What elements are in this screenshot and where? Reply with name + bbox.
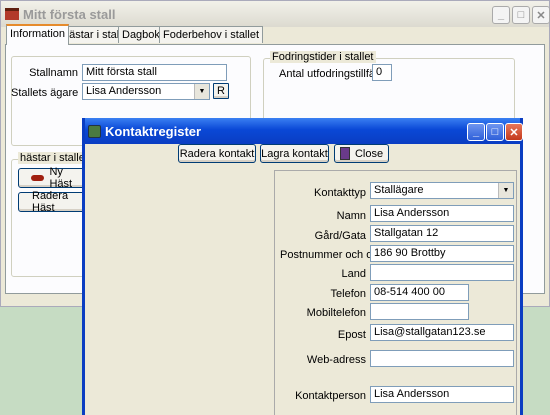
- postnr-input[interactable]: 186 90 Brottby: [370, 245, 514, 262]
- mobil-input[interactable]: [370, 303, 469, 320]
- epost-label: Epost: [337, 329, 366, 341]
- fodring-input[interactable]: 0: [372, 64, 392, 81]
- kontakttyp-select[interactable]: Stallägare ▼: [370, 182, 514, 199]
- minimize-button[interactable]: _: [492, 6, 510, 24]
- radera-kontakt-button[interactable]: Radera kontakt: [178, 144, 256, 163]
- radera-hast-button[interactable]: Radera Häst: [18, 190, 88, 214]
- dialog-title: Kontaktregister: [105, 123, 202, 139]
- namn-label: Namn: [336, 210, 366, 222]
- close-button[interactable]: ✕: [532, 6, 550, 24]
- dialog-titlebar[interactable]: Kontaktregister _ □ ✕: [85, 118, 523, 144]
- web-input[interactable]: [370, 350, 514, 367]
- stallnamn-input[interactable]: Mitt första stall: [82, 64, 227, 81]
- ny-hast-button[interactable]: Ny Häst: [18, 166, 88, 190]
- kontakt-dialog: Kontaktregister _ □ ✕ Radera kontakt Lag…: [82, 118, 523, 415]
- epost-input[interactable]: Lisa@stallgatan123.se: [370, 324, 514, 341]
- contact-icon: [88, 124, 101, 138]
- chevron-down-icon[interactable]: ▼: [194, 84, 209, 99]
- land-input[interactable]: [370, 264, 514, 281]
- app-icon: [5, 8, 19, 20]
- dialog-maximize-button[interactable]: □: [486, 123, 504, 141]
- kontaktperson-label: Kontaktperson: [295, 390, 366, 402]
- tab-information[interactable]: Information: [6, 24, 70, 45]
- dialog-minimize-button[interactable]: _: [467, 123, 485, 141]
- maximize-button[interactable]: □: [512, 6, 530, 24]
- kontakttyp-label: Kontakttyp: [314, 187, 366, 199]
- horse-icon: [31, 175, 45, 181]
- tab-foderbehov[interactable]: Foderbehov i stallet: [159, 26, 263, 43]
- kontaktperson-input[interactable]: Lisa Andersson: [370, 386, 514, 403]
- r-button[interactable]: R: [213, 83, 229, 99]
- close-dialog-button[interactable]: Close: [334, 144, 389, 163]
- dialog-close-button[interactable]: ✕: [505, 123, 523, 141]
- land-label: Land: [341, 268, 366, 280]
- main-title: Mitt första stall: [23, 6, 116, 22]
- telefon-label: Telefon: [330, 288, 366, 300]
- gata-label: Gård/Gata: [314, 230, 366, 242]
- chevron-down-icon[interactable]: ▼: [498, 183, 513, 198]
- hastar-group-caption: hästar i stallet: [18, 152, 90, 164]
- tab-dagbok[interactable]: Dagbok: [118, 26, 164, 43]
- web-label: Web-adress: [306, 354, 366, 366]
- gata-input[interactable]: Stallgatan 12: [370, 225, 514, 242]
- fodring-group-caption: Fodringstider i stallet: [270, 51, 376, 63]
- tab-strip: Information hästar i stallet Dagbok Fode…: [4, 24, 549, 46]
- agare-label: Stallets ägare: [11, 87, 79, 99]
- postnr-label: Postnummer och ort: [280, 249, 380, 261]
- namn-input[interactable]: Lisa Andersson: [370, 205, 514, 222]
- lagra-kontakt-button[interactable]: Lagra kontakt: [260, 144, 329, 163]
- agare-select[interactable]: Lisa Andersson ▼: [82, 83, 210, 100]
- door-icon: [339, 147, 350, 160]
- mobil-label: Mobiltelefon: [306, 307, 366, 319]
- telefon-input[interactable]: 08-514 400 00: [370, 284, 469, 301]
- main-titlebar[interactable]: Mitt första stall _ □ ✕: [1, 1, 550, 27]
- stallnamn-label: Stallnamn: [29, 67, 78, 79]
